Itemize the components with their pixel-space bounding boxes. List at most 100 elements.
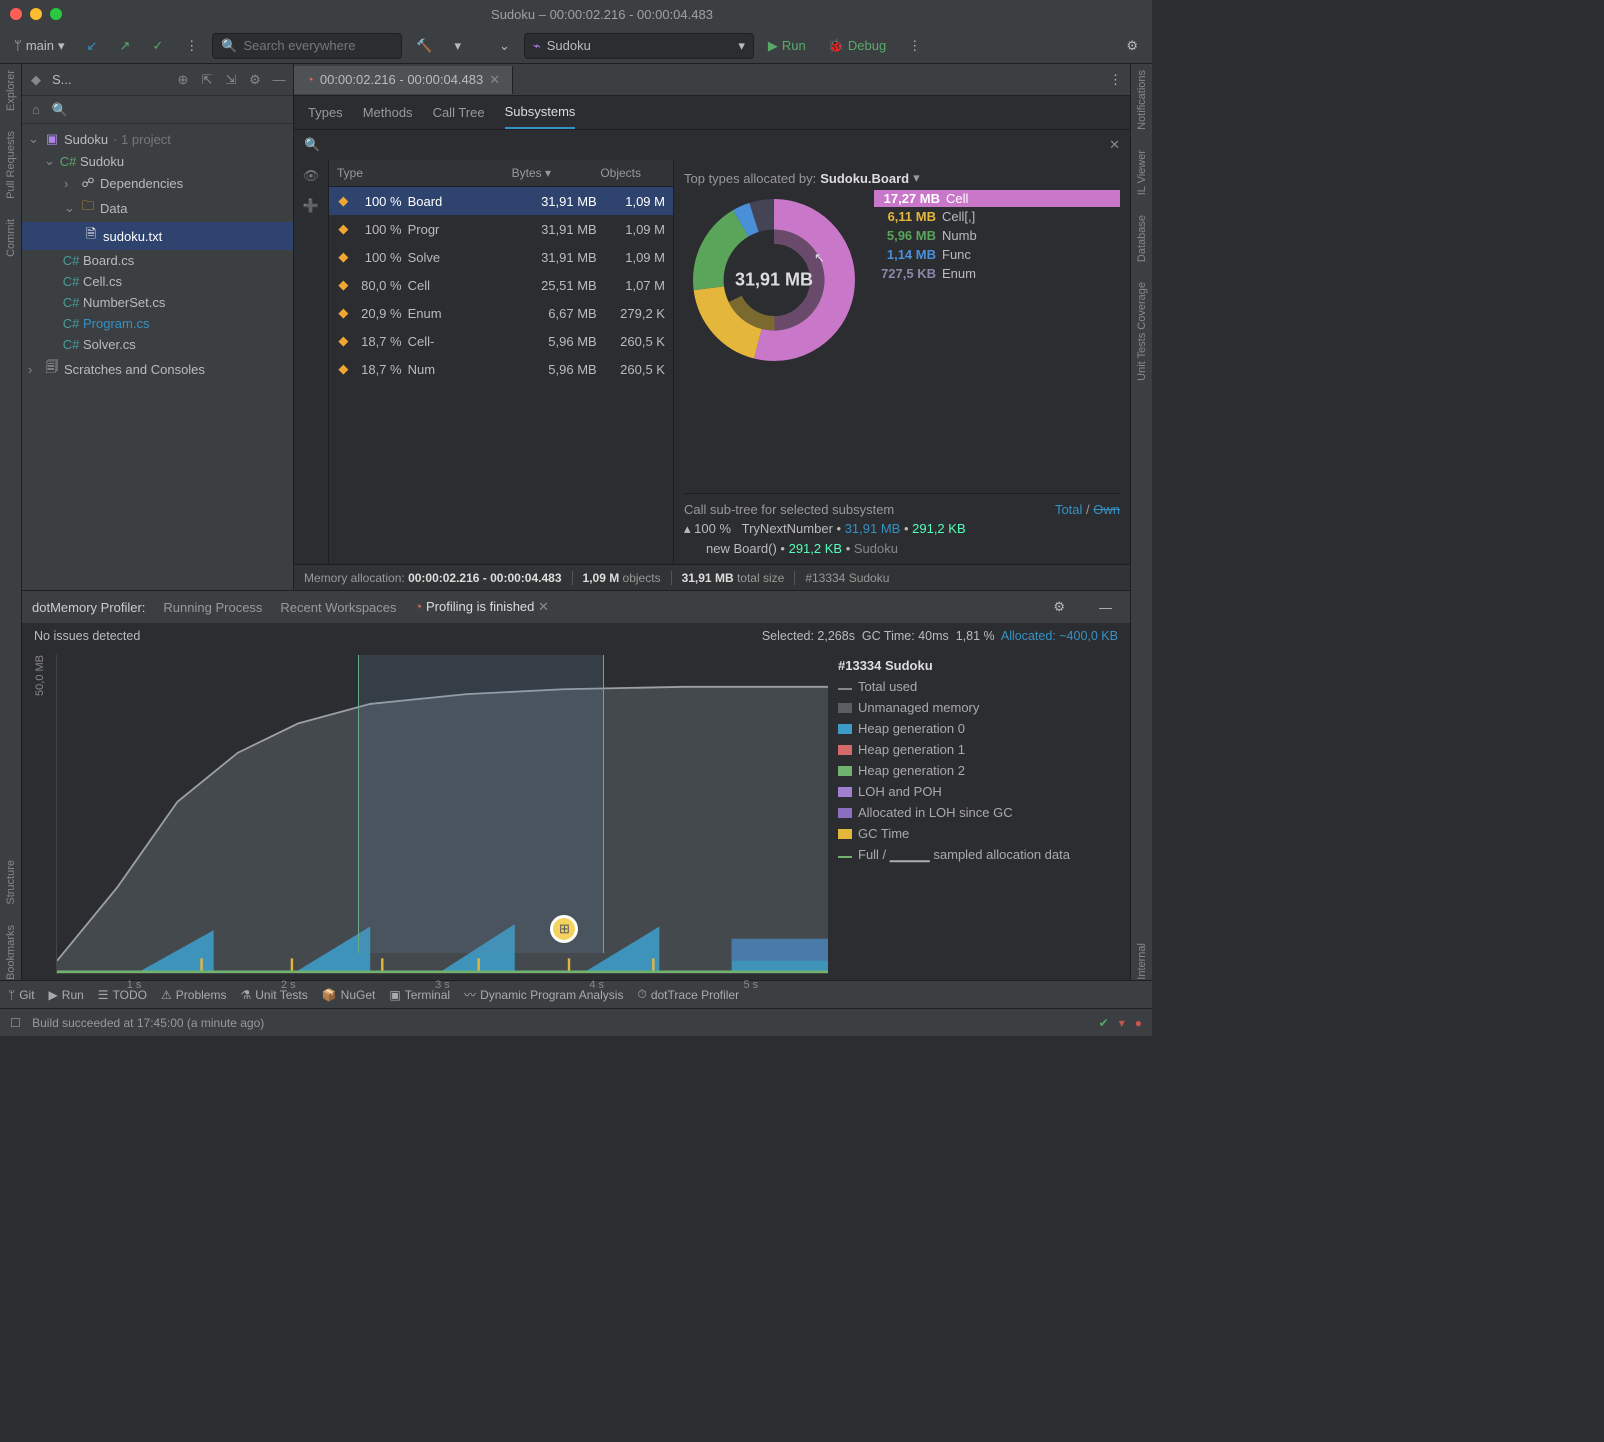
chevron-down-icon[interactable]: ▾: [913, 170, 920, 186]
legend-row[interactable]: Heap generation 0: [838, 718, 1118, 739]
push-icon[interactable]: ✓: [144, 34, 171, 58]
rail-commit[interactable]: Commit: [5, 219, 17, 257]
tree-file-numberset[interactable]: C# NumberSet.cs: [22, 292, 293, 313]
tree-file-sudoku-txt[interactable]: 🗎 sudoku.txt: [22, 222, 293, 250]
close-icon[interactable]: ✕: [538, 599, 549, 614]
vcs-branch-selector[interactable]: ᛘ main ▾: [6, 34, 73, 58]
status-alert-icon[interactable]: ●: [1135, 1016, 1142, 1030]
build-dropdown-icon[interactable]: ▾: [446, 34, 469, 58]
rail-notifications[interactable]: Notifications: [1136, 70, 1148, 130]
commit-icon[interactable]: ↗: [111, 34, 138, 58]
legend-row[interactable]: 1,14 MBFunc: [874, 245, 1120, 264]
subtree-row[interactable]: new Board() • 291,2 KB • Sudoku: [684, 539, 1120, 558]
th-bytes[interactable]: Bytes ▾: [469, 160, 559, 186]
th-type[interactable]: Type: [329, 160, 469, 186]
legend-row[interactable]: Unmanaged memory: [838, 697, 1118, 718]
table-row[interactable]: ◆18,7 %Cell-5,96 MB260,5 K: [329, 327, 673, 355]
legend-row[interactable]: Total used: [838, 676, 1118, 697]
memory-timeline-chart[interactable]: ⊞ 1 s2 s3 s4 s5 s: [56, 655, 828, 974]
tree-file-board[interactable]: C# Board.cs: [22, 250, 293, 271]
rail-structure[interactable]: Structure: [5, 860, 17, 905]
more-run-icon[interactable]: ⋮: [900, 34, 929, 58]
add-icon[interactable]: ➕: [303, 198, 319, 214]
tree-file-solver[interactable]: C# Solver.cs: [22, 334, 293, 355]
settings-icon[interactable]: ⚙: [1118, 34, 1146, 58]
tab-types[interactable]: Types: [308, 97, 343, 128]
status-panel-icon[interactable]: ☐: [10, 1016, 21, 1030]
home-icon[interactable]: ⌂: [28, 102, 44, 118]
runconfig-dropdown-icon[interactable]: ⌄: [491, 34, 518, 58]
filter-input[interactable]: [326, 138, 1109, 153]
tab-call-tree[interactable]: Call Tree: [433, 97, 485, 128]
legend-row[interactable]: Full / ▁▁▁▁ sampled allocation data: [838, 844, 1118, 866]
locate-icon[interactable]: ⊕: [175, 72, 191, 88]
status-error-icon[interactable]: ▾: [1119, 1016, 1125, 1030]
th-objects[interactable]: Objects: [559, 160, 649, 186]
donut-chart[interactable]: 31,91 MB ↖: [684, 190, 864, 370]
status-ok-icon[interactable]: ✔: [1099, 1016, 1109, 1030]
rail-il-viewer[interactable]: IL Viewer: [1136, 150, 1148, 195]
rail-bookmarks[interactable]: Bookmarks: [5, 925, 17, 980]
hide-panel-icon[interactable]: —: [1091, 596, 1120, 619]
eye-icon[interactable]: 👁: [303, 168, 320, 184]
rail-internal[interactable]: Internal: [1136, 943, 1148, 980]
collapse-all-icon[interactable]: ⇲: [223, 72, 239, 88]
solution-icon[interactable]: ◆: [28, 72, 44, 88]
subtree-toggle-own[interactable]: Own: [1093, 502, 1120, 517]
legend-row[interactable]: GC Time: [838, 823, 1118, 844]
tab-running-process[interactable]: Running Process: [163, 593, 262, 622]
subtree-row[interactable]: ▴ 100 % TryNextNumber • 31,91 MB • 291,2…: [684, 519, 1120, 539]
table-row[interactable]: ◆80,0 %Cell25,51 MB1,07 M: [329, 271, 673, 299]
tab-profiling-finished[interactable]: ◔ Profiling is finished ✕: [415, 592, 549, 622]
panel-settings-icon[interactable]: ⚙: [1045, 595, 1073, 619]
tree-solution-root[interactable]: ⌄ ▣ Sudoku · 1 project: [22, 128, 293, 150]
minimize-window[interactable]: [30, 8, 42, 20]
tree-file-cell[interactable]: C# Cell.cs: [22, 271, 293, 292]
tab-subsystems[interactable]: Subsystems: [505, 96, 576, 129]
legend-row[interactable]: Allocated in LOH since GC: [838, 802, 1118, 823]
table-row[interactable]: ◆100 %Progr31,91 MB1,09 M: [329, 215, 673, 243]
tab-methods[interactable]: Methods: [363, 97, 413, 128]
maximize-window[interactable]: [50, 8, 62, 20]
run-button[interactable]: ▶ Run: [760, 34, 814, 58]
legend-row[interactable]: LOH and POH: [838, 781, 1118, 802]
tree-project[interactable]: ⌄ C# Sudoku: [22, 150, 293, 172]
rail-database[interactable]: Database: [1136, 215, 1148, 262]
rail-unit-tests-coverage[interactable]: Unit Tests Coverage: [1136, 282, 1148, 381]
legend-row[interactable]: 6,11 MBCell[,]: [874, 207, 1120, 226]
window-controls[interactable]: [10, 8, 62, 20]
expand-all-icon[interactable]: ⇱: [199, 72, 215, 88]
legend-row[interactable]: 17,27 MBCell: [874, 190, 1120, 207]
tab-recent-workspaces[interactable]: Recent Workspaces: [280, 593, 396, 622]
hide-panel-icon[interactable]: —: [271, 72, 287, 88]
tree-scratches[interactable]: › 🗐 Scratches and Consoles: [22, 355, 293, 383]
debug-button[interactable]: 🐞 Debug: [820, 34, 895, 58]
selection-range[interactable]: [358, 655, 605, 953]
table-row[interactable]: ◆100 %Board31,91 MB1,09 M: [329, 187, 673, 215]
editor-more-icon[interactable]: ⋮: [1101, 68, 1130, 92]
legend-row[interactable]: 5,96 MBNumb: [874, 226, 1120, 245]
settings-icon[interactable]: ⚙: [247, 72, 263, 88]
tree-dependencies[interactable]: › ☍ Dependencies: [22, 172, 293, 194]
table-row[interactable]: ◆18,7 %Num5,96 MB260,5 K: [329, 355, 673, 383]
build-icon[interactable]: 🔨: [408, 34, 440, 58]
table-row[interactable]: ◆20,9 %Enum6,67 MB279,2 K: [329, 299, 673, 327]
rail-pull-requests[interactable]: Pull Requests: [5, 131, 17, 199]
close-window[interactable]: [10, 8, 22, 20]
tree-folder-data[interactable]: ⌄ 🗀 Data: [22, 194, 293, 222]
table-row[interactable]: ◆100 %Solve31,91 MB1,09 M: [329, 243, 673, 271]
update-project-icon[interactable]: ↙: [79, 34, 106, 58]
bb-git[interactable]: ᛘGit: [8, 988, 35, 1002]
subtree-toggle-total[interactable]: Total: [1055, 502, 1082, 517]
rail-explorer[interactable]: Explorer: [5, 70, 17, 111]
legend-row[interactable]: Heap generation 1: [838, 739, 1118, 760]
tree-file-program[interactable]: C# Program.cs: [22, 313, 293, 334]
legend-row[interactable]: 727,5 KBEnum: [874, 264, 1120, 283]
vcs-more-icon[interactable]: ⋮: [177, 34, 206, 58]
run-config-selector[interactable]: ⌁ Sudoku ▾: [524, 33, 754, 59]
close-icon[interactable]: ✕: [489, 72, 500, 88]
search-everywhere[interactable]: 🔍 Search everywhere: [212, 33, 402, 59]
clear-filter-icon[interactable]: ✕: [1109, 137, 1120, 153]
search-icon[interactable]: 🔍: [52, 102, 68, 118]
legend-row[interactable]: Heap generation 2: [838, 760, 1118, 781]
